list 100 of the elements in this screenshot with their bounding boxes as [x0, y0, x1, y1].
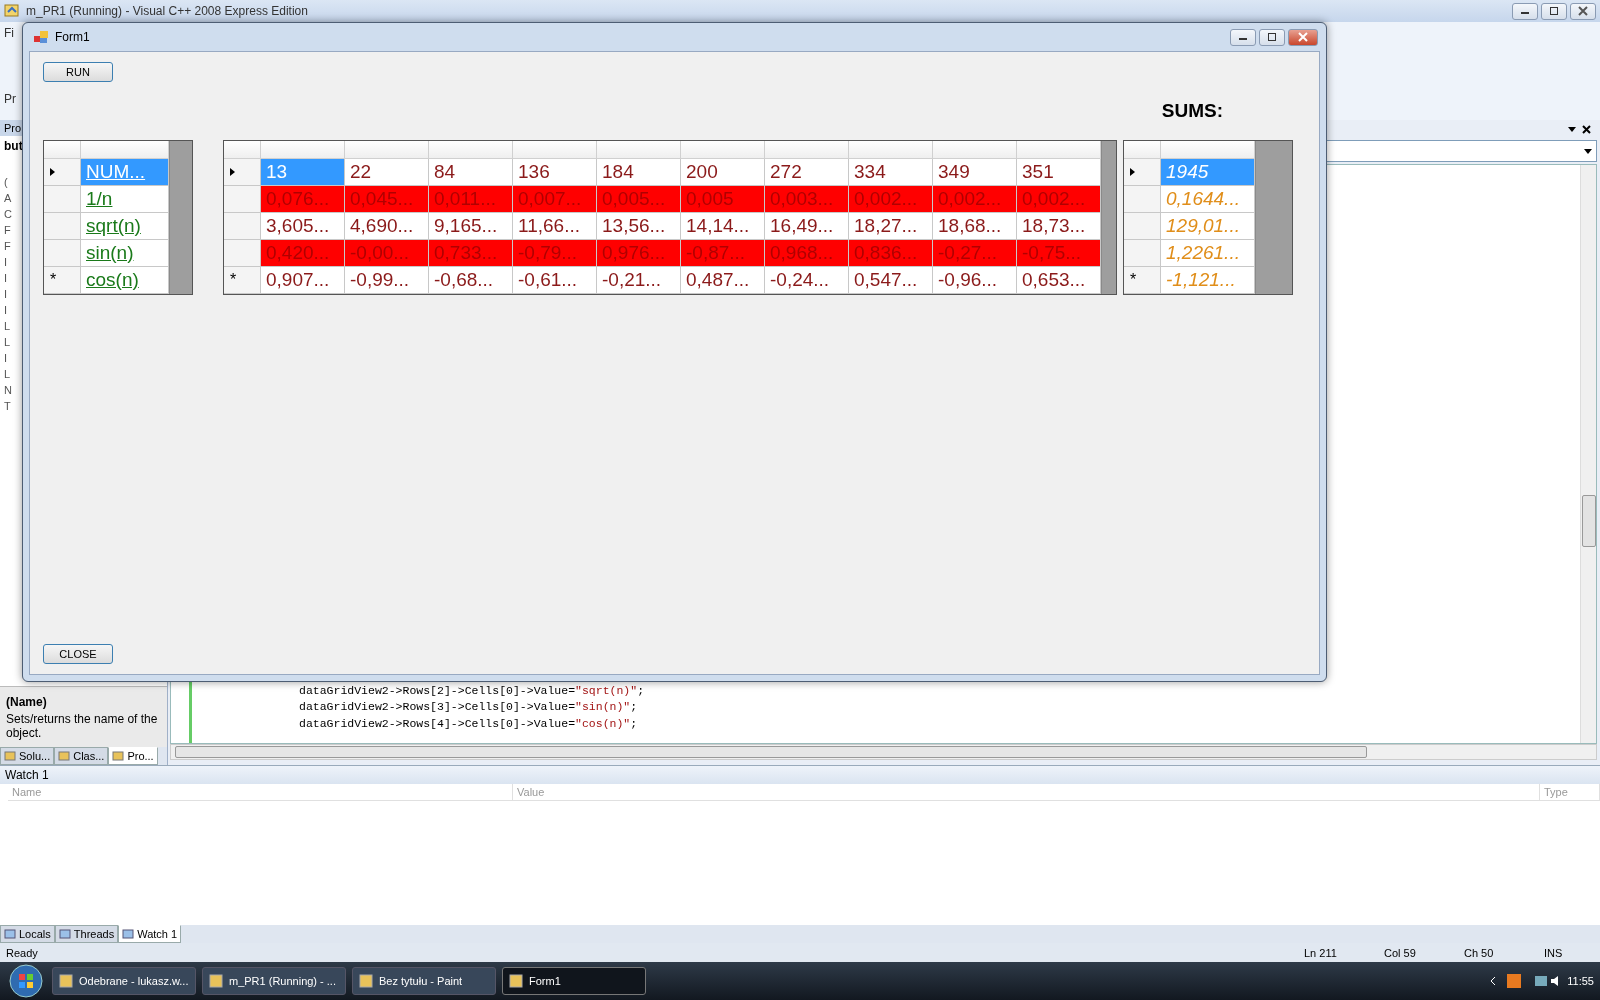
panel-icon — [4, 928, 16, 940]
minimize-button[interactable] — [1230, 28, 1256, 46]
row-header[interactable] — [1124, 213, 1161, 240]
insert-mode: INS — [1544, 946, 1564, 959]
property-name: N — [4, 384, 12, 398]
column-header[interactable] — [81, 141, 169, 159]
row-header[interactable] — [224, 213, 261, 240]
panel-title: Watch 1 — [5, 768, 49, 782]
start-button[interactable] — [6, 963, 46, 999]
row-header[interactable] — [44, 159, 81, 186]
property-name: I — [4, 272, 8, 286]
table-cell: -0,87... — [681, 240, 765, 267]
new-row-marker: * — [230, 271, 237, 289]
scrollbar-thumb[interactable] — [175, 746, 1367, 758]
row-header[interactable] — [224, 240, 261, 267]
column-header[interactable] — [513, 141, 597, 159]
table-cell: 0,547... — [849, 267, 933, 294]
row-header[interactable]: * — [44, 267, 81, 294]
column-header[interactable] — [933, 141, 1017, 159]
column-header[interactable] — [849, 141, 933, 159]
close-icon[interactable] — [1582, 124, 1591, 134]
panel-tab[interactable]: Threads — [54, 925, 119, 943]
panel-icon — [122, 928, 135, 940]
data-grid[interactable]: 1945 0,1644... 129,01... 1,2261... * -1,121... — [1123, 140, 1293, 295]
column-header[interactable] — [429, 141, 513, 159]
property-name: L — [4, 368, 11, 382]
new-row-marker: * — [50, 271, 57, 289]
column-header[interactable] — [1017, 141, 1101, 159]
row-header[interactable]: * — [224, 267, 261, 294]
panel-icon — [4, 750, 16, 762]
close-button[interactable] — [1570, 2, 1596, 20]
table-cell: -0,79... — [513, 240, 597, 267]
scrollbar-thumb[interactable] — [1581, 495, 1596, 547]
panel-tab[interactable]: Locals — [0, 925, 55, 943]
clock: 11:55 — [1567, 975, 1594, 987]
scrollbar[interactable] — [170, 744, 1597, 760]
table-cell: 0,487... — [681, 267, 765, 294]
window-icon — [209, 974, 223, 988]
window-title: m_PR1 (Running) - Visual C++ 2008 Express Edition — [26, 4, 308, 18]
property-name: I — [4, 256, 8, 270]
row-header[interactable] — [224, 186, 261, 213]
new-row-marker: * — [1130, 271, 1137, 289]
column-header[interactable] — [1161, 141, 1255, 159]
taskbar-button[interactable]: m_PR1 (Running) - ... — [202, 967, 346, 995]
column-header[interactable] — [681, 141, 765, 159]
table-cell: -0,21... — [597, 267, 681, 294]
panel-tab[interactable]: Solu... — [0, 747, 55, 765]
table-cell: 0,420... — [261, 240, 345, 267]
column-header[interactable] — [1124, 141, 1161, 159]
panel-tab[interactable]: Clas... — [54, 747, 109, 765]
property-name: ( — [4, 176, 8, 190]
maximize-button[interactable] — [1259, 28, 1285, 46]
column-header[interactable] — [261, 141, 345, 159]
row-header[interactable]: * — [1124, 267, 1161, 294]
row-header[interactable] — [44, 186, 81, 213]
column-header[interactable] — [44, 141, 81, 159]
row-header[interactable] — [1124, 159, 1161, 186]
table-cell: 0,045... — [345, 186, 429, 213]
table-cell: -0,96... — [933, 267, 1017, 294]
table-cell: -0,61... — [513, 267, 597, 294]
run-button[interactable]: RUN — [43, 62, 113, 82]
code-line: dataGridView2->Rows[2]->Cells[0]->Value="sqrt(n)"; — [298, 683, 646, 699]
table-cell: 0,005... — [597, 186, 681, 213]
property-name: L — [4, 320, 11, 334]
property-name: L — [4, 336, 11, 350]
taskbar-button[interactable]: Form1 — [502, 967, 646, 995]
row-header[interactable] — [224, 159, 261, 186]
data-grid[interactable]: NUM... 1/n sqrt(n) sin(n) * cos(n) — [43, 140, 193, 295]
table-cell: 0,836... — [849, 240, 933, 267]
panel-tab[interactable]: Watch 1 — [118, 925, 182, 943]
table-cell: 0,002... — [849, 186, 933, 213]
row-header[interactable] — [1124, 240, 1161, 267]
property-name: F — [4, 240, 11, 254]
row-header[interactable] — [1124, 186, 1161, 213]
table-cell: -0,24... — [765, 267, 849, 294]
close-button[interactable]: CLOSE — [43, 644, 113, 664]
menu-item[interactable]: Fi — [4, 26, 14, 40]
data-grid[interactable] — [223, 140, 1117, 295]
row-header[interactable] — [44, 240, 81, 267]
maximize-icon — [1549, 6, 1559, 16]
table-cell: 0,907... — [261, 267, 345, 294]
panel-tab[interactable]: Pro... — [108, 747, 158, 765]
table-cell: 0,976... — [597, 240, 681, 267]
property-name: I — [4, 304, 8, 318]
column-header[interactable] — [597, 141, 681, 159]
table-cell: -0,68... — [429, 267, 513, 294]
current-row-icon — [50, 168, 55, 176]
row-header[interactable] — [44, 213, 81, 240]
column-header[interactable] — [345, 141, 429, 159]
minimize-button[interactable] — [1512, 2, 1538, 20]
column-header[interactable] — [765, 141, 849, 159]
table-cell: 0,002... — [1017, 186, 1101, 213]
object-name: but — [3, 138, 24, 155]
maximize-button[interactable] — [1541, 2, 1567, 20]
taskbar-button[interactable]: Odebrane - lukasz.w... — [52, 967, 196, 995]
scrollbar[interactable] — [1580, 165, 1596, 743]
close-button[interactable] — [1288, 28, 1318, 46]
taskbar-button[interactable]: Bez tytułu - Paint — [352, 967, 496, 995]
dropdown-icon[interactable] — [1568, 126, 1576, 132]
column-header[interactable] — [224, 141, 261, 159]
